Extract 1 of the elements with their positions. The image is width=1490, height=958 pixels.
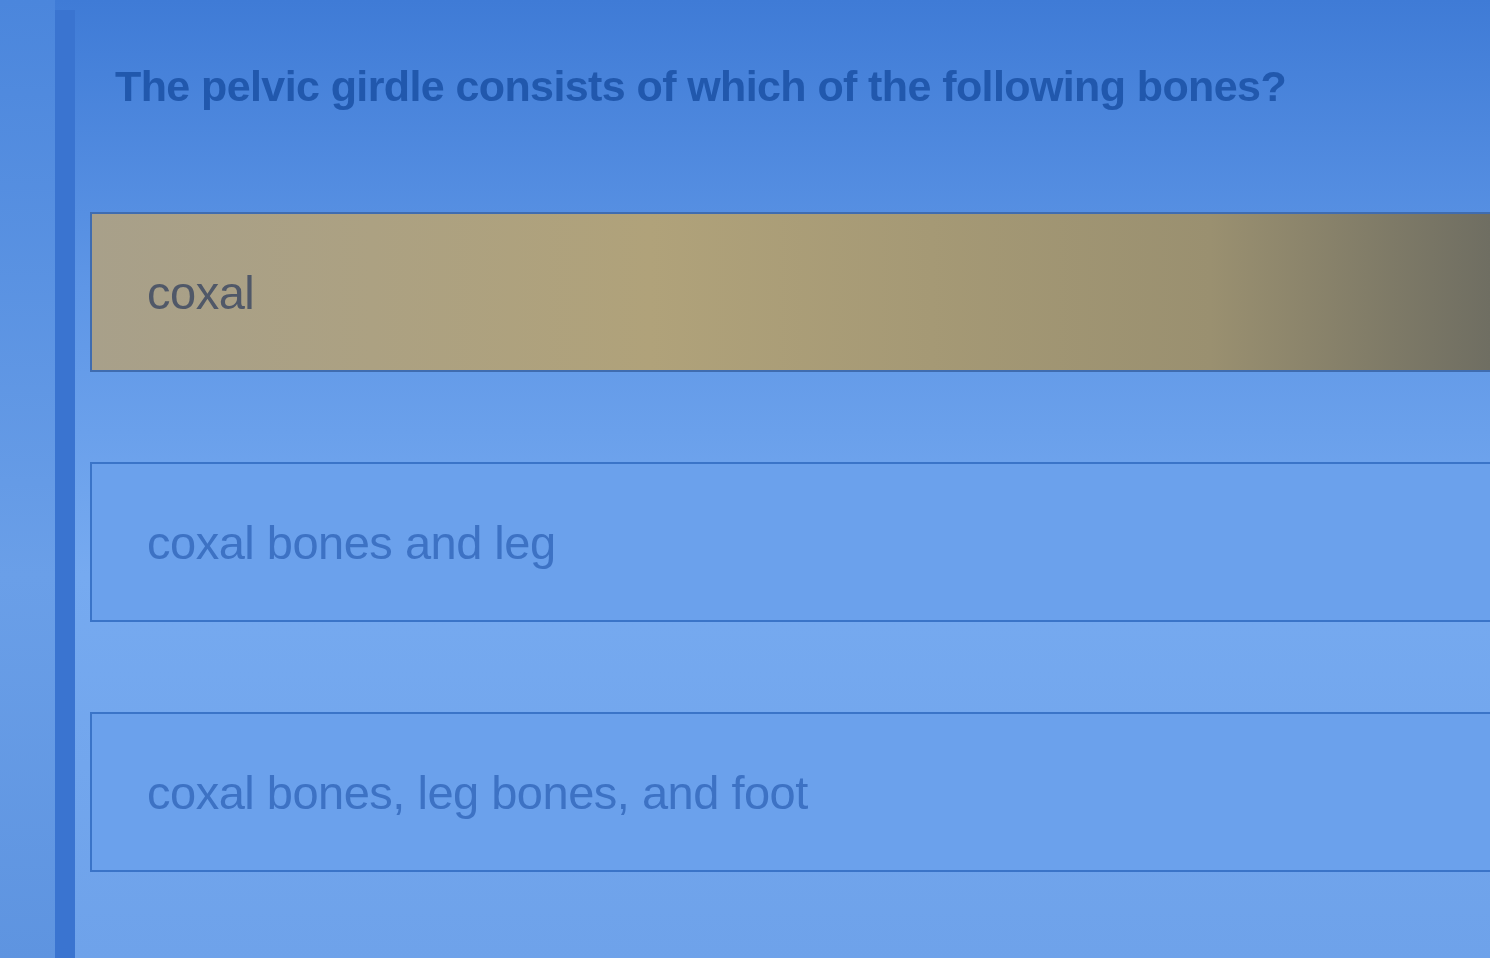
answer-option[interactable]: coxal [90, 212, 1490, 372]
